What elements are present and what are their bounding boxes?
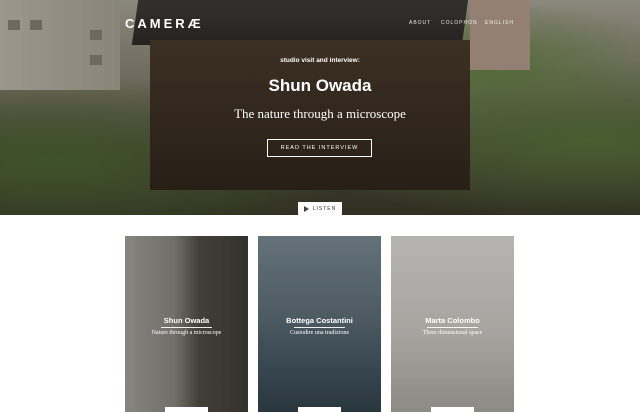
card-subtitle: Custodire una tradizione	[290, 330, 349, 336]
card-divider	[294, 327, 345, 328]
nav-about[interactable]: ABOUT	[409, 20, 431, 26]
nav-colophon[interactable]: COLOPHON	[441, 20, 478, 26]
listen-label: LISTEN	[312, 205, 337, 212]
card-tab	[431, 407, 474, 412]
card-title: Marta Colombo	[425, 316, 480, 325]
story-card-shun-owada[interactable]: Shun Owada Nature through a microscope	[125, 236, 248, 412]
nav-language[interactable]: ENGLISH	[485, 20, 514, 26]
story-card-bottega-costantini[interactable]: Bottega Costantini Custodire una tradizi…	[258, 236, 381, 412]
hero-title: Shun Owada	[268, 76, 372, 95]
play-icon	[303, 205, 309, 212]
story-card-marta-colombo[interactable]: Marta Colombo Three dimensional space	[391, 236, 514, 412]
hero-kicker: studio visit and interview:	[280, 57, 360, 64]
card-tab	[298, 407, 341, 412]
card-title: Bottega Costantini	[286, 316, 353, 325]
card-title: Shun Owada	[163, 316, 210, 325]
listen-button[interactable]: LISTEN	[298, 202, 342, 215]
card-subtitle: Nature through a microscope	[151, 330, 222, 336]
card-divider	[161, 327, 212, 328]
site-logo[interactable]: CAMERÆ	[125, 16, 204, 31]
card-divider	[427, 327, 478, 328]
read-interview-label: READ THE INTERVIEW	[280, 145, 359, 151]
hero-banner: CAMERÆ ABOUT COLOPHON ENGLISH studio vis…	[0, 0, 640, 215]
read-interview-button[interactable]: READ THE INTERVIEW	[267, 139, 372, 157]
card-subtitle: Three dimensional space	[422, 330, 483, 336]
hero-subtitle: The nature through a microscope	[234, 106, 406, 121]
card-tab	[165, 407, 208, 412]
